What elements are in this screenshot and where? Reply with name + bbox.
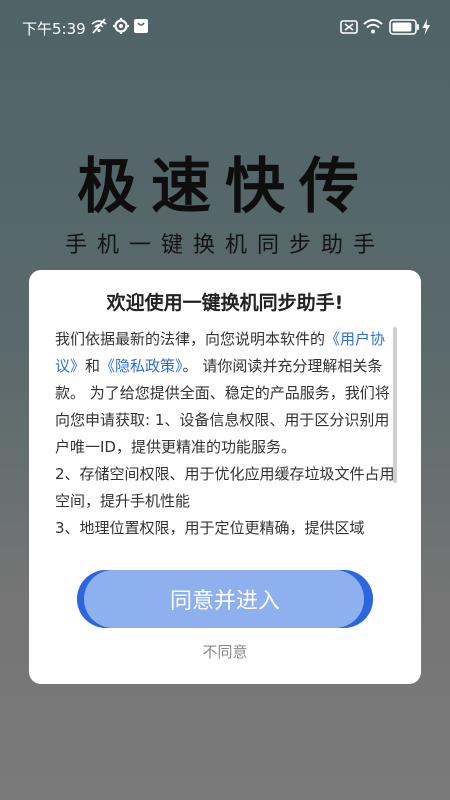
dialog-scrollbar[interactable] <box>393 327 397 483</box>
status-time: 下午5:39 <box>22 20 86 38</box>
status-bar: 下午5:39 <box>0 0 450 56</box>
terms-paragraph-3: 3、地理位置权限，用于定位更精确，提供区域 <box>55 519 365 537</box>
settings-gear-icon <box>112 17 130 35</box>
disagree-button[interactable]: 不同意 <box>29 641 421 662</box>
terms-paragraph-2: 2、存储空间权限、用于优化应用缓存垃圾文件占用空间，提升手机性能 <box>55 465 395 510</box>
app-hero-title: 极速快传 <box>77 152 373 222</box>
privacy-consent-dialog: 欢迎使用一键换机同步助手! 我们依据最新的法律，向您说明本软件的《用户协议》和《… <box>29 270 421 684</box>
terms-paragraph-1: 我们依据最新的法律，向您说明本软件的《用户协议》和《隐私政策》。 请你阅读并充分… <box>55 326 396 461</box>
privacy-policy-link[interactable]: 《隐私政策》 <box>100 357 183 375</box>
terms-text: 和 <box>85 357 101 375</box>
terms-text: 我们依据最新的法律，向您说明本软件的 <box>55 330 326 348</box>
wifi-off-icon <box>90 17 108 35</box>
app-notification-icon <box>133 17 151 35</box>
wifi-icon <box>363 19 383 34</box>
charging-bolt-icon <box>422 19 430 35</box>
status-right-icons <box>340 16 432 38</box>
battery-icon <box>389 19 419 35</box>
agree-and-enter-button[interactable]: 同意并进入 <box>77 570 373 628</box>
dialog-title: 欢迎使用一键换机同步助手! <box>106 292 344 314</box>
dialog-scroll-body[interactable]: 我们依据最新的法律，向您说明本软件的《用户协议》和《隐私政策》。 请你阅读并充分… <box>55 326 396 548</box>
no-sim-icon <box>340 20 358 34</box>
app-hero-subtitle: 手机一键换机同步助手 <box>64 233 385 258</box>
